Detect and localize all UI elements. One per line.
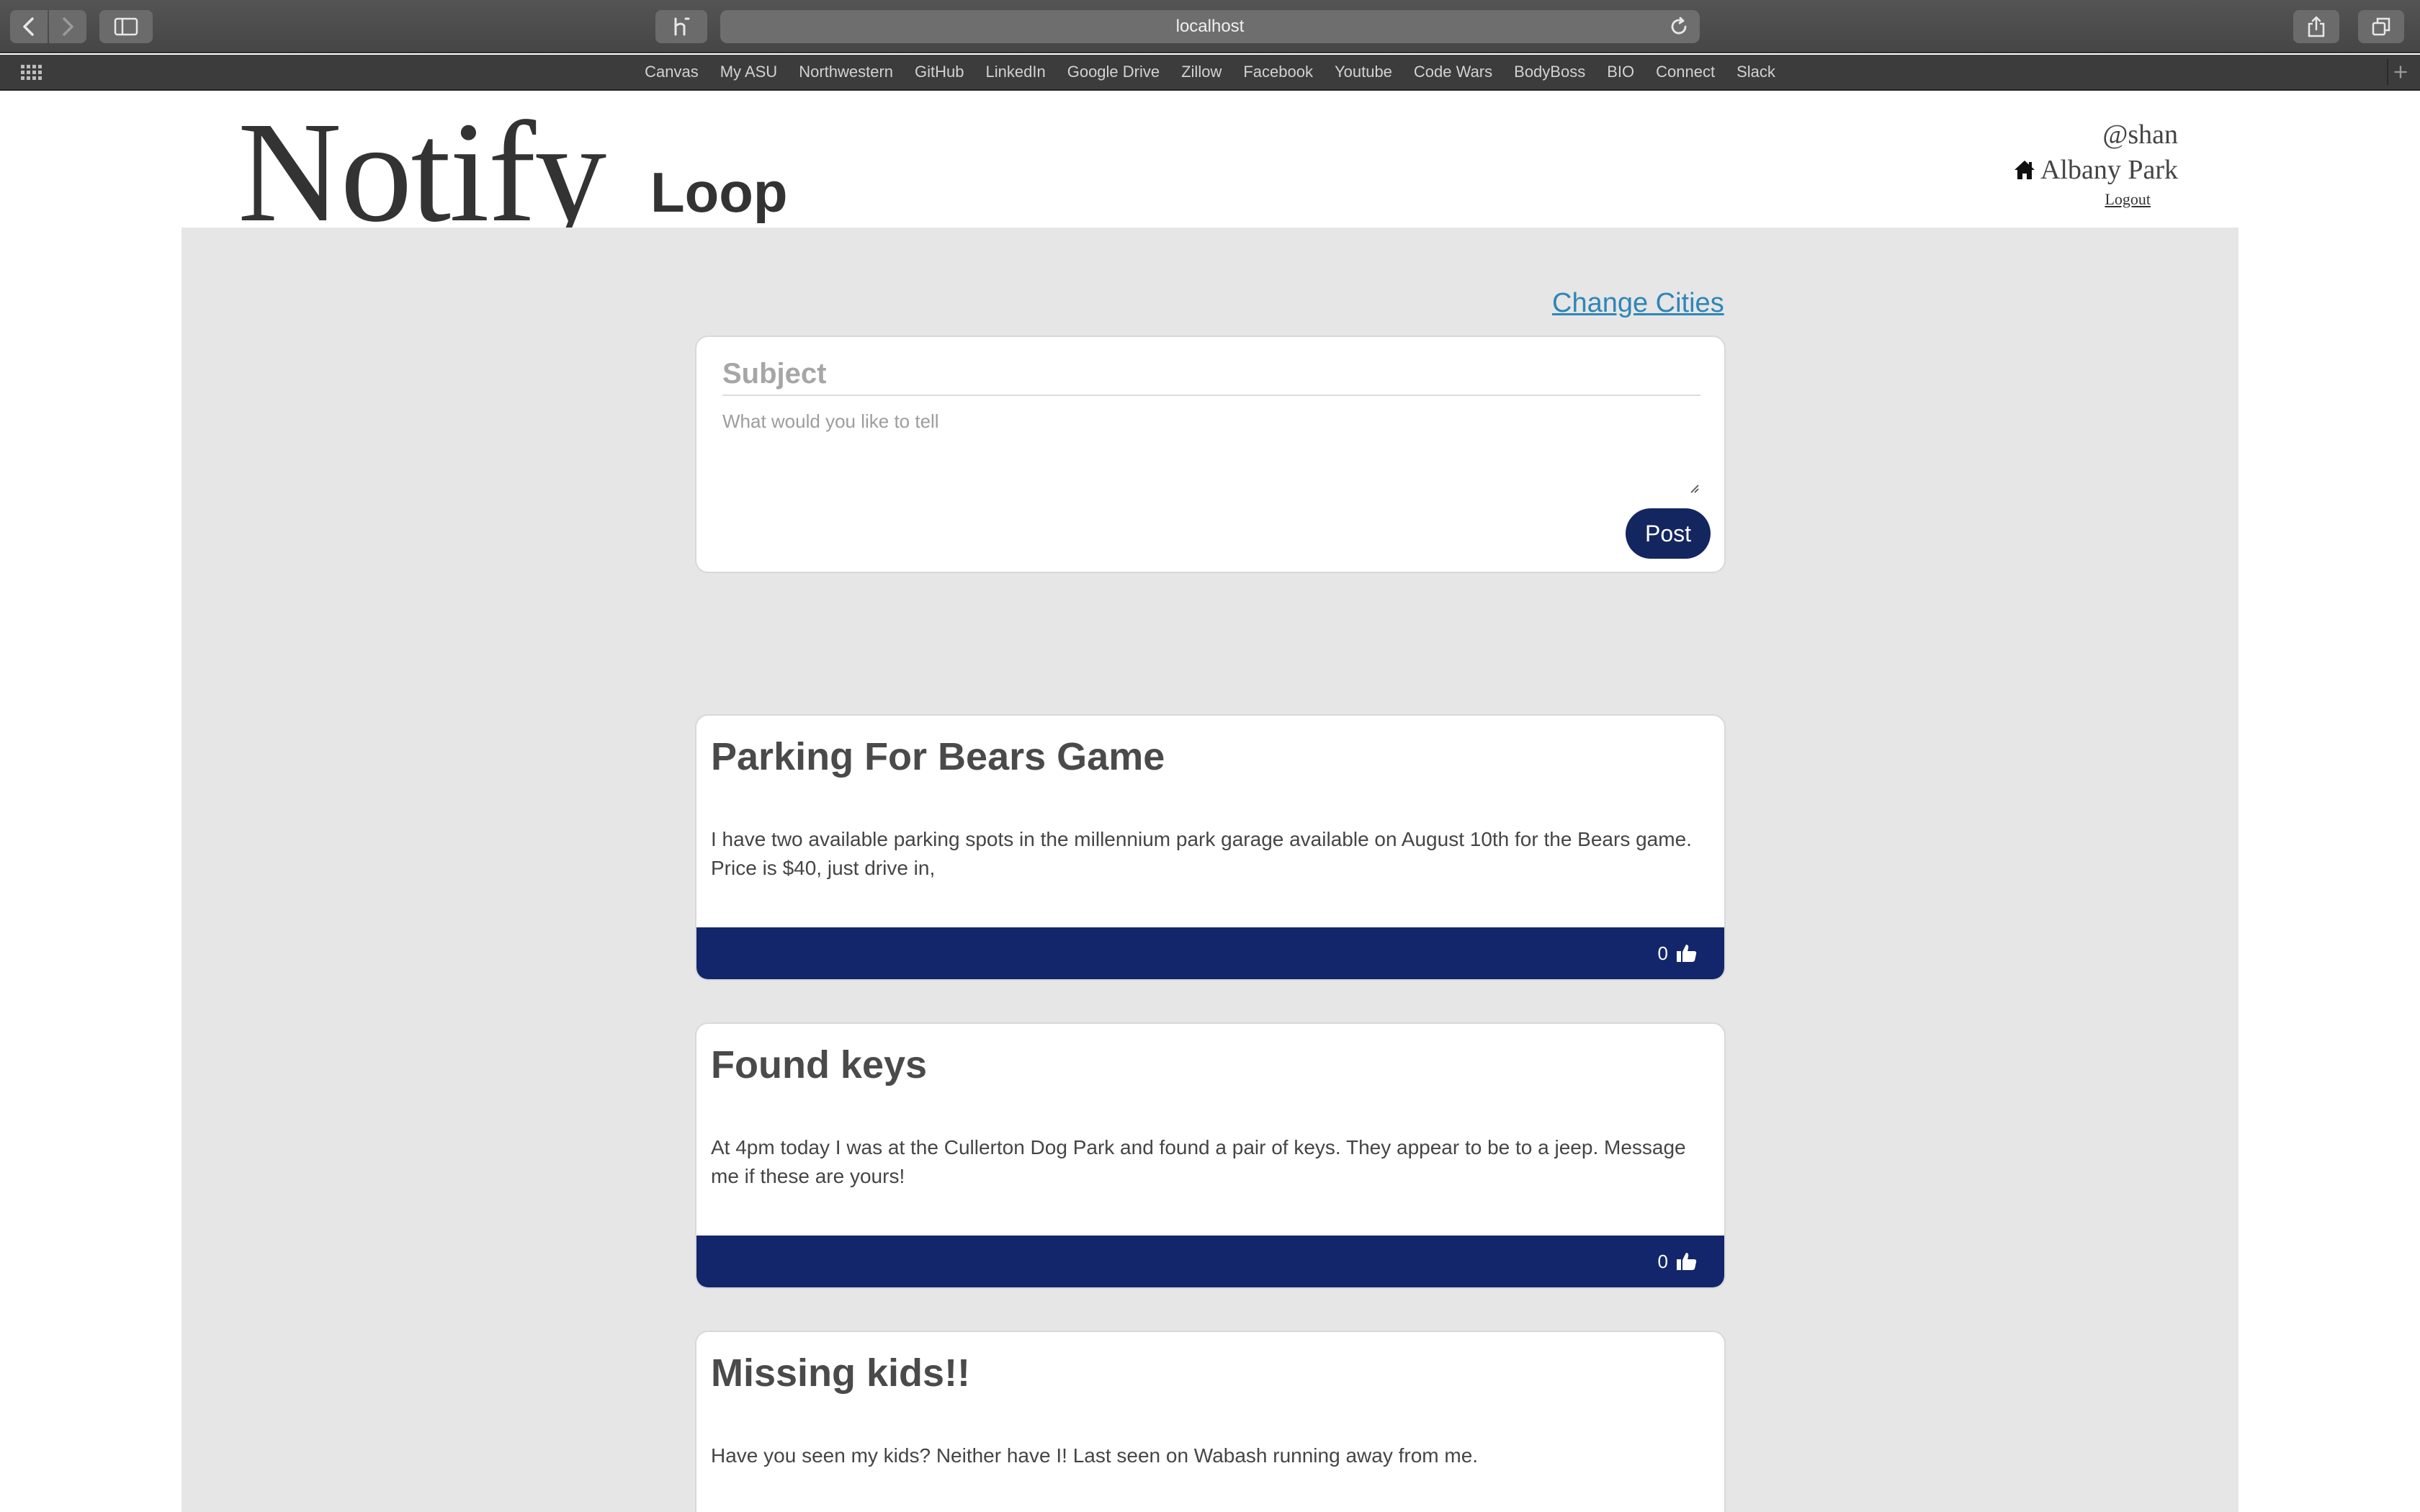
site-logo-subtitle: Loop bbox=[650, 161, 788, 224]
favorite-link[interactable]: Google Drive bbox=[1057, 63, 1170, 81]
user-info: @shan Albany Park Logout bbox=[2013, 118, 2178, 209]
username: @shan bbox=[2102, 120, 2178, 150]
favorite-link[interactable]: Canvas bbox=[634, 63, 709, 81]
favorite-link[interactable]: Code Wars bbox=[1403, 63, 1503, 81]
like-count: 0 bbox=[1657, 942, 1668, 964]
favorite-link[interactable]: Connect bbox=[1645, 63, 1726, 81]
home-icon bbox=[2014, 161, 2035, 179]
favorite-link[interactable]: BodyBoss bbox=[1503, 63, 1596, 81]
site-logo[interactable]: Notify bbox=[238, 101, 606, 245]
message-textarea[interactable]: What would you like to tell bbox=[722, 410, 1700, 494]
back-button[interactable] bbox=[10, 10, 48, 43]
thumbs-up-icon[interactable] bbox=[1675, 1250, 1698, 1273]
resize-handle-icon[interactable] bbox=[1687, 481, 1700, 494]
favorite-link[interactable]: Northwestern bbox=[788, 63, 904, 81]
favorite-link[interactable]: Youtube bbox=[1324, 63, 1403, 81]
chevron-right-icon bbox=[63, 17, 73, 36]
post-body: At 4pm today I was at the Cullerton Dog … bbox=[711, 1136, 1686, 1187]
like-count: 0 bbox=[1657, 1250, 1668, 1272]
post-body: I have two available parking spots in th… bbox=[711, 828, 1692, 879]
post-title: Missing kids!! bbox=[711, 1351, 971, 1395]
browser-toolbar: localhost bbox=[0, 0, 2420, 53]
main-content: Change Cities Subject What would you lik… bbox=[182, 228, 2238, 1512]
post-title: Parking For Bears Game bbox=[711, 735, 1165, 778]
post-footer: 0 bbox=[696, 927, 1724, 979]
reload-icon[interactable] bbox=[1668, 16, 1690, 37]
extension-button[interactable] bbox=[655, 10, 707, 43]
chevron-left-icon bbox=[23, 17, 34, 36]
address-bar[interactable]: localhost bbox=[720, 10, 1700, 43]
neighborhood-name: Albany Park bbox=[2040, 155, 2178, 185]
change-cities-link[interactable]: Change Cities bbox=[1552, 288, 1724, 319]
favorites-list: Canvas My ASU Northwestern GitHub Linked… bbox=[0, 55, 2420, 89]
share-button[interactable] bbox=[2293, 10, 2339, 43]
favorite-link[interactable]: BIO bbox=[1596, 63, 1645, 81]
sidebar-icon bbox=[114, 17, 138, 36]
plus-icon[interactable] bbox=[2387, 59, 2413, 85]
logout-link[interactable]: Logout bbox=[2013, 190, 2151, 209]
post-card: Found keys At 4pm today I was at the Cul… bbox=[695, 1022, 1726, 1289]
sidebar-toggle-button[interactable] bbox=[99, 10, 153, 43]
favorite-link[interactable]: Facebook bbox=[1232, 63, 1324, 81]
neighborhood: Albany Park bbox=[2013, 151, 2178, 189]
favorites-bar: Canvas My ASU Northwestern GitHub Linked… bbox=[0, 55, 2420, 91]
post-button[interactable]: Post bbox=[1626, 508, 1711, 559]
extension-icon bbox=[674, 17, 690, 36]
forward-button[interactable] bbox=[49, 10, 86, 43]
favorite-link[interactable]: GitHub bbox=[904, 63, 974, 81]
post-title: Found keys bbox=[711, 1043, 928, 1086]
post-footer: 0 bbox=[696, 1236, 1724, 1287]
post-body: Have you seen my kids? Neither have I! L… bbox=[711, 1444, 1479, 1467]
post-card: Parking For Bears Game I have two availa… bbox=[695, 714, 1726, 981]
post-card: Missing kids!! Have you seen my kids? Ne… bbox=[695, 1331, 1726, 1512]
tab-overview-button[interactable] bbox=[2358, 10, 2404, 43]
web-page: Notify Loop @shan Albany Park Logout Cha… bbox=[0, 92, 2420, 1512]
favorite-link[interactable]: LinkedIn bbox=[975, 63, 1057, 81]
subject-input[interactable]: Subject bbox=[722, 353, 1700, 396]
favorite-link[interactable]: Slack bbox=[1726, 63, 1786, 81]
share-icon bbox=[2308, 16, 2325, 37]
favorite-link[interactable]: Zillow bbox=[1170, 63, 1232, 81]
favorite-link[interactable]: My ASU bbox=[709, 63, 788, 81]
post-composer: Subject What would you like to tell Post bbox=[695, 336, 1726, 573]
tabs-icon bbox=[2372, 17, 2390, 36]
url-text: localhost bbox=[1175, 17, 1245, 36]
thumbs-up-icon[interactable] bbox=[1675, 942, 1698, 965]
